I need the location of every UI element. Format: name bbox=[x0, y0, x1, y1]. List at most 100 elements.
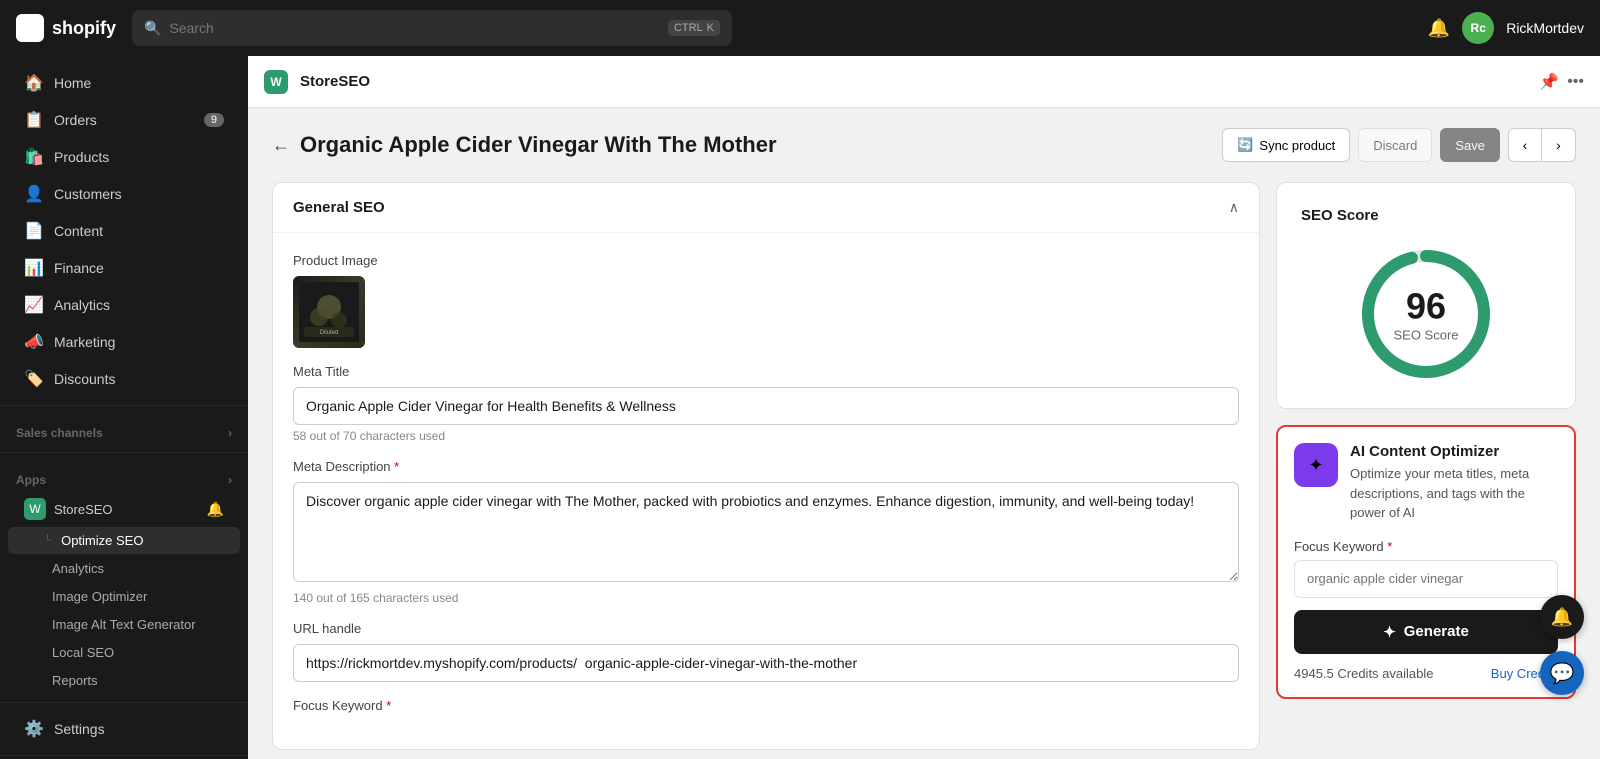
focus-keyword-field: Focus Keyword bbox=[293, 698, 1239, 713]
sidebar-item-home[interactable]: 🏠 Home bbox=[8, 65, 240, 101]
more-options-icon[interactable]: ••• bbox=[1567, 73, 1584, 91]
score-text: 96 SEO Score bbox=[1393, 286, 1458, 343]
settings-label: Settings bbox=[54, 721, 105, 737]
back-button[interactable]: ← bbox=[272, 135, 290, 156]
page-title: Organic Apple Cider Vinegar With The Mot… bbox=[300, 132, 777, 158]
meta-description-label: Meta Description bbox=[293, 459, 1239, 474]
meta-description-field: Meta Description Discover organic apple … bbox=[293, 459, 1239, 605]
ai-focus-keyword-input[interactable] bbox=[1294, 560, 1558, 598]
score-number: 96 bbox=[1393, 286, 1458, 328]
sidebar-divider-3 bbox=[0, 702, 248, 703]
ai-desc: Optimize your meta titles, meta descript… bbox=[1350, 464, 1558, 523]
sidebar-item-discounts[interactable]: 🏷️ Discounts bbox=[8, 361, 240, 397]
marketing-icon: 📣 bbox=[24, 332, 44, 352]
meta-title-input[interactable] bbox=[293, 387, 1239, 425]
sidebar-item-customers[interactable]: 👤 Customers bbox=[8, 176, 240, 212]
sidebar-sub-item-reports[interactable]: Reports bbox=[8, 667, 240, 694]
sync-icon: 🔄 bbox=[1237, 137, 1253, 153]
focus-keyword-label: Focus Keyword bbox=[293, 698, 1239, 713]
topbar-right: 🔔 Rc RickMortdev bbox=[1428, 12, 1584, 44]
shopify-wordmark: shopify bbox=[52, 18, 116, 39]
username: RickMortdev bbox=[1506, 20, 1584, 36]
sidebar-sub-item-local-seo[interactable]: Local SEO bbox=[8, 639, 240, 666]
sidebar-item-settings[interactable]: ⚙️ Settings bbox=[8, 711, 240, 747]
score-label-text: SEO Score bbox=[1393, 328, 1458, 343]
url-handle-field: URL handle bbox=[293, 621, 1239, 682]
analytics-icon: 📈 bbox=[24, 295, 44, 315]
url-handle-input[interactable] bbox=[293, 644, 1239, 682]
general-seo-card-header: General SEO ∧ bbox=[273, 183, 1259, 233]
sidebar: 🏠 Home 📋 Orders 9 🛍️ Products 👤 Customer… bbox=[0, 56, 248, 759]
general-seo-card-body: Product Image bbox=[273, 233, 1259, 749]
sync-product-button[interactable]: 🔄 Sync product bbox=[1222, 128, 1350, 162]
svg-text:Diluted: Diluted bbox=[320, 330, 339, 336]
sidebar-item-analytics[interactable]: 📈 Analytics bbox=[8, 287, 240, 323]
shopify-bag-icon: 🛍 bbox=[16, 14, 44, 42]
chevron-right-icon-apps: › bbox=[228, 473, 232, 487]
ai-text: AI Content Optimizer Optimize your meta … bbox=[1350, 443, 1558, 523]
ai-icon: ✦ bbox=[1294, 443, 1338, 487]
seo-score-title: SEO Score bbox=[1301, 207, 1551, 224]
sidebar-sub-item-image-alt-text[interactable]: Image Alt Text Generator bbox=[8, 611, 240, 638]
discounts-icon: 🏷️ bbox=[24, 369, 44, 389]
sidebar-item-finance[interactable]: 📊 Finance bbox=[8, 250, 240, 286]
topbar: 🛍 shopify 🔍 CTRL K 🔔 Rc RickMortdev bbox=[0, 0, 1600, 56]
page-content: ← Organic Apple Cider Vinegar With The M… bbox=[248, 108, 1600, 759]
sidebar-label-home: Home bbox=[54, 75, 91, 91]
sidebar-label-content: Content bbox=[54, 223, 103, 239]
generate-star-icon: ✦ bbox=[1383, 623, 1396, 641]
storeseo-bell-icon[interactable]: 🔔 bbox=[207, 501, 224, 518]
apps-section: Apps › bbox=[0, 461, 248, 491]
sidebar-item-marketing[interactable]: 📣 Marketing bbox=[8, 324, 240, 360]
product-img-svg: Diluted bbox=[299, 282, 359, 342]
orders-icon: 📋 bbox=[24, 110, 44, 130]
sidebar-item-orders[interactable]: 📋 Orders 9 bbox=[8, 102, 240, 138]
storeseo-icon: W bbox=[24, 498, 46, 520]
floating-chat-button[interactable]: 💬 bbox=[1540, 651, 1584, 695]
sidebar-item-optimize-seo[interactable]: └ Optimize SEO bbox=[8, 527, 240, 554]
avatar[interactable]: Rc bbox=[1462, 12, 1494, 44]
generate-button[interactable]: ✦ Generate bbox=[1294, 610, 1558, 654]
shopify-logo: 🛍 shopify bbox=[16, 14, 116, 42]
seo-score-card: SEO Score 96 SEO Score bbox=[1276, 182, 1576, 409]
pin-icon[interactable]: 📌 bbox=[1539, 72, 1559, 92]
customers-icon: 👤 bbox=[24, 184, 44, 204]
discard-button[interactable]: Discard bbox=[1358, 128, 1432, 162]
meta-description-textarea[interactable]: Discover organic apple cider vinegar wit… bbox=[293, 482, 1239, 582]
meta-title-char-count: 58 out of 70 characters used bbox=[293, 429, 1239, 443]
non-transferable-badge: ℹ️ Non-transferable bbox=[0, 755, 248, 759]
sidebar-item-content[interactable]: 📄 Content bbox=[8, 213, 240, 249]
search-icon: 🔍 bbox=[144, 20, 161, 37]
page-title-row: ← Organic Apple Cider Vinegar With The M… bbox=[272, 132, 777, 158]
sidebar-label-orders: Orders bbox=[54, 112, 97, 128]
sidebar-label-marketing: Marketing bbox=[54, 334, 115, 350]
search-shortcut: CTRL K bbox=[668, 20, 720, 36]
search-bar[interactable]: 🔍 CTRL K bbox=[132, 10, 732, 46]
sidebar-label-analytics: Analytics bbox=[54, 297, 110, 313]
score-circle-container: 96 SEO Score bbox=[1301, 244, 1551, 384]
app-bar: W StoreSEO 📌 ••• bbox=[248, 56, 1600, 108]
floating-notification-button[interactable]: 🔔 bbox=[1540, 595, 1584, 639]
sidebar-item-products[interactable]: 🛍️ Products bbox=[8, 139, 240, 175]
app-logo-icon: W bbox=[264, 70, 288, 94]
sidebar-sub-item-analytics[interactable]: Analytics bbox=[8, 555, 240, 582]
ai-header: ✦ AI Content Optimizer Optimize your met… bbox=[1294, 443, 1558, 523]
save-button[interactable]: Save bbox=[1440, 128, 1500, 162]
meta-title-field: Meta Title 58 out of 70 characters used bbox=[293, 364, 1239, 443]
sales-channels-section: Sales channels › bbox=[0, 414, 248, 444]
collapse-icon[interactable]: ∧ bbox=[1229, 199, 1239, 216]
next-arrow-button[interactable]: › bbox=[1542, 128, 1576, 162]
chevron-right-icon: › bbox=[228, 426, 232, 440]
app-bar-actions: 📌 ••• bbox=[1539, 72, 1584, 92]
sidebar-divider-2 bbox=[0, 452, 248, 453]
finance-icon: 📊 bbox=[24, 258, 44, 278]
sidebar-label-products: Products bbox=[54, 149, 109, 165]
sidebar-sub-item-image-optimizer[interactable]: Image Optimizer bbox=[8, 583, 240, 610]
notification-icon[interactable]: 🔔 bbox=[1428, 18, 1450, 39]
prev-arrow-button[interactable]: ‹ bbox=[1508, 128, 1542, 162]
score-circle: 96 SEO Score bbox=[1356, 244, 1496, 384]
apps-label: Apps bbox=[16, 473, 46, 487]
general-seo-title: General SEO bbox=[293, 199, 385, 216]
search-input[interactable] bbox=[169, 20, 659, 36]
sidebar-item-storeseo[interactable]: W StoreSEO 🔔 bbox=[8, 492, 240, 526]
